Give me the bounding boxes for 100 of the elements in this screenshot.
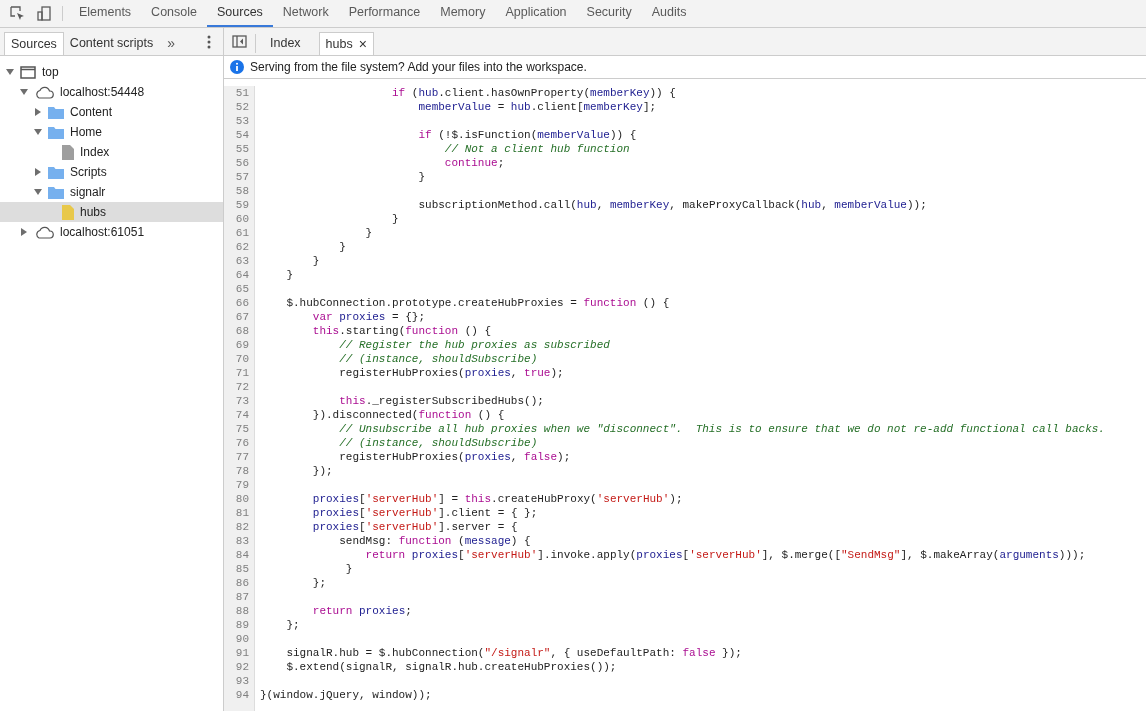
line-number: 65	[224, 282, 255, 296]
line-number: 83	[224, 534, 255, 548]
expanded-caret-icon[interactable]	[34, 188, 42, 196]
cloud-icon	[34, 85, 54, 99]
collapsed-caret-icon[interactable]	[34, 168, 42, 176]
tree-item[interactable]: Home	[0, 122, 223, 142]
line-number: 90	[224, 632, 255, 646]
line-number: 62	[224, 240, 255, 254]
line-number: 54	[224, 128, 255, 142]
line-number: 93	[224, 674, 255, 688]
panel-tab[interactable]: Application	[495, 0, 577, 27]
folder-icon	[48, 105, 64, 119]
line-number: 94	[224, 688, 255, 702]
line-number: 60	[224, 212, 255, 226]
inspect-icon[interactable]	[10, 6, 25, 21]
line-number: 67	[224, 310, 255, 324]
line-number: 57	[224, 170, 255, 184]
line-number: 91	[224, 646, 255, 660]
tree-item[interactable]: localhost:61051	[0, 222, 223, 242]
expanded-caret-icon[interactable]	[20, 88, 28, 96]
line-number: 52	[224, 100, 255, 114]
expanded-caret-icon[interactable]	[6, 68, 14, 76]
code-line: // Not a client hub function	[443, 142, 630, 156]
frame-icon	[20, 65, 36, 79]
line-number: 77	[224, 450, 255, 464]
tree-item[interactable]: hubs	[0, 202, 223, 222]
tree-item[interactable]: signalr	[0, 182, 223, 202]
line-number: 85	[224, 562, 255, 576]
line-number: 75	[224, 422, 255, 436]
panel-tab[interactable]: Performance	[338, 0, 431, 27]
device-icon[interactable]	[37, 6, 52, 21]
line-number: 78	[224, 464, 255, 478]
code-line: // Register the hub proxies as subscribed	[338, 338, 610, 352]
editor-tab[interactable]: Index	[264, 32, 307, 55]
panel-tab[interactable]: Console	[141, 0, 207, 27]
code-line: continue;	[443, 156, 505, 170]
line-number: 56	[224, 156, 255, 170]
cloud-icon	[34, 225, 54, 239]
code-line: }	[391, 212, 399, 226]
code-line: }	[417, 170, 426, 184]
line-number: 68	[224, 324, 255, 338]
tree-item-label: Home	[70, 124, 102, 141]
line-number: 81	[224, 506, 255, 520]
sidebar-toggle-icon[interactable]	[232, 35, 247, 48]
code-line: $.extend(signalR, signalR.hub.createHubProxies());	[285, 660, 617, 674]
code-line: }(window.jQuery, window));	[259, 688, 432, 702]
code-line: memberValue = hub.client[memberKey];	[417, 100, 657, 114]
line-number: 86	[224, 576, 255, 590]
navigator-tab[interactable]: Content scripts	[63, 32, 160, 55]
code-line: };	[311, 576, 326, 590]
line-number: 72	[224, 380, 255, 394]
code-line: }	[338, 240, 346, 254]
panel-tab[interactable]: Audits	[641, 0, 697, 27]
close-tab-button[interactable]: ×	[358, 33, 367, 55]
line-number: 87	[224, 590, 255, 604]
tree-item[interactable]: Content	[0, 102, 223, 122]
folder-icon	[48, 165, 64, 179]
collapsed-caret-icon[interactable]	[20, 228, 28, 236]
code-line: }	[311, 254, 320, 268]
code-line: this._registerSubscribedHubs();	[338, 394, 544, 408]
info-message: Serving from the file system? Add your files into the workspace.	[250, 59, 587, 76]
expanded-caret-icon[interactable]	[34, 128, 42, 136]
tree-item-label: localhost:61051	[60, 224, 145, 241]
line-number: 69	[224, 338, 255, 352]
panel-tab[interactable]: Memory	[430, 0, 496, 27]
tree-item[interactable]: Scripts	[0, 162, 223, 182]
line-number: 63	[224, 254, 255, 268]
folder-icon	[48, 125, 64, 139]
tree-item[interactable]: localhost:54448	[0, 82, 223, 102]
code-line: return proxies;	[311, 604, 412, 618]
editor-tab[interactable]: hubs ×	[318, 32, 374, 55]
panel-tab[interactable]: Network	[272, 0, 339, 27]
panel-tab[interactable]: Security	[576, 0, 642, 27]
line-number: 92	[224, 660, 255, 674]
line-number: 59	[224, 198, 255, 212]
tree-item[interactable]: Index	[0, 142, 223, 162]
code-line: signalR.hub = $.hubConnection("/signalr", { useDefaultPath: false });	[285, 646, 742, 660]
tree-item[interactable]: top	[0, 62, 223, 82]
tree-item-label: Content	[70, 104, 113, 121]
more-tabs-button[interactable]: »	[159, 32, 184, 55]
code-line: registerHubProxies(proxies, true);	[338, 366, 564, 380]
line-number: 88	[224, 604, 255, 618]
line-number: 51	[224, 86, 255, 100]
code-line: }	[364, 226, 373, 240]
code-line: }	[344, 562, 353, 576]
code-line: });	[311, 464, 333, 478]
panel-tab[interactable]: Elements	[69, 0, 142, 27]
line-number: 64	[224, 268, 255, 282]
line-number: 80	[224, 492, 255, 506]
code-line: }).disconnected(function () {	[311, 408, 505, 422]
line-number: 58	[224, 184, 255, 198]
navigator-tab[interactable]: Sources	[4, 32, 64, 55]
line-number: 76	[224, 436, 255, 450]
code-line: this.starting(function () {	[311, 324, 492, 338]
line-number: 79	[224, 478, 255, 492]
collapsed-caret-icon[interactable]	[34, 108, 42, 116]
code-line: sendMsg: function (message) {	[338, 534, 531, 548]
line-number: 70	[224, 352, 255, 366]
code-line: $.hubConnection.prototype.createHubProxies = function () {	[285, 296, 670, 310]
more-options-icon[interactable]	[207, 34, 211, 49]
